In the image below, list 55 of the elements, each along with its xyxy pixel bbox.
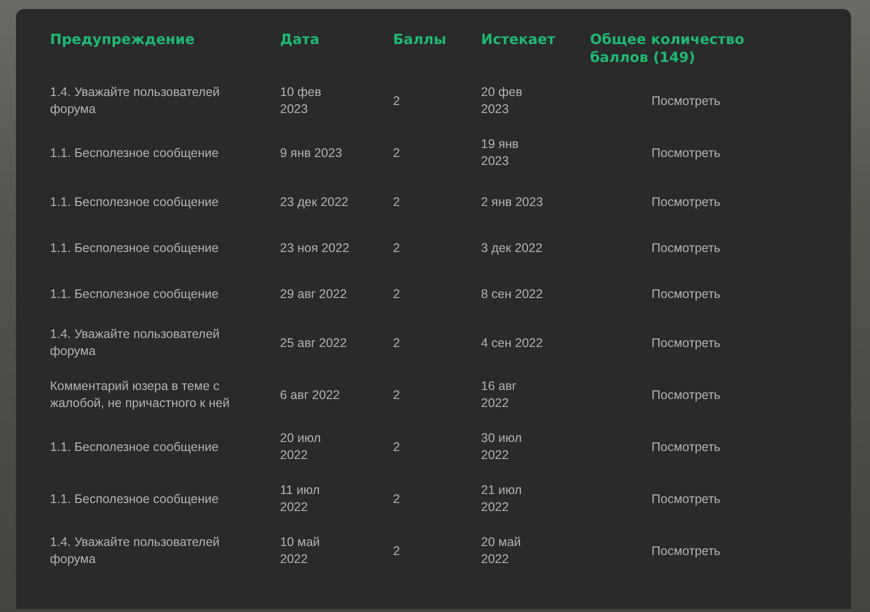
view-link[interactable]: Посмотреть	[652, 388, 720, 402]
expiry-date: 20 май 2022	[481, 535, 521, 566]
view-link[interactable]: Посмотреть	[652, 240, 720, 254]
column-header: Общее количество баллов (149)	[590, 32, 744, 66]
warning-date: 10 фев 2023	[280, 85, 322, 116]
warning-points: 2	[393, 492, 400, 506]
warning-points: 2	[393, 94, 400, 108]
expiry-date: 19 янв 2023	[481, 137, 519, 168]
warning-reason: 1.1. Бесполезное сообщение	[50, 146, 219, 160]
warning-date: 23 ноя 2022	[280, 240, 350, 254]
column-header: Баллы	[393, 32, 446, 48]
warning-reason: Комментарий юзера в теме с жалобой, не причастного к ней	[50, 379, 230, 410]
view-link[interactable]: Посмотреть	[652, 492, 720, 506]
warning-date: 10 май 2022	[280, 535, 320, 566]
expiry-date: 8 сен 2022	[481, 286, 543, 300]
warning-points: 2	[393, 336, 400, 350]
expiry-date: 16 авг 2022	[481, 379, 517, 410]
warning-date: 29 авг 2022	[280, 286, 347, 300]
warning-points: 2	[393, 240, 400, 254]
warning-points: 2	[393, 146, 400, 160]
warning-reason: 1.1. Бесполезное сообщение	[50, 194, 219, 208]
view-link[interactable]: Посмотреть	[652, 336, 720, 350]
view-link[interactable]: Посмотреть	[652, 544, 720, 558]
view-link[interactable]: Посмотреть	[652, 440, 720, 454]
expiry-date: 3 дек 2022	[481, 240, 542, 254]
warning-points: 2	[393, 388, 400, 402]
warning-reason: 1.4. Уважайте пользователей форума	[50, 327, 220, 358]
warning-date: 23 дек 2022	[280, 194, 348, 208]
expiry-date: 21 июл 2022	[481, 483, 522, 514]
warning-reason: 1.4. Уважайте пользователей форума	[50, 535, 220, 566]
warning-reason: 1.1. Бесполезное сообщение	[50, 286, 219, 300]
warning-date: 20 июл 2022	[280, 431, 321, 462]
warning-date: 11 июл 2022	[280, 483, 320, 514]
expiry-date: 2 янв 2023	[481, 194, 544, 208]
column-header: Предупреждение	[50, 32, 195, 48]
expiry-date: 30 июл 2022	[481, 431, 522, 462]
warning-points: 2	[393, 194, 400, 208]
expiry-date: 4 сен 2022	[481, 336, 543, 350]
view-link[interactable]: Посмотреть	[652, 94, 720, 108]
warning-date: 6 авг 2022	[280, 388, 340, 402]
warning-date: 25 авг 2022	[280, 336, 347, 350]
warning-reason: 1.4. Уважайте пользователей форума	[50, 85, 220, 116]
view-link[interactable]: Посмотреть	[652, 194, 720, 208]
warning-reason: 1.1. Бесполезное сообщение	[50, 240, 219, 254]
column-header: Дата	[280, 32, 320, 48]
warning-date: 9 янв 2023	[280, 146, 342, 160]
warning-points: 2	[393, 286, 400, 300]
expiry-date: 20 фев 2023	[481, 85, 522, 116]
warning-points: 2	[393, 544, 400, 558]
warning-reason: 1.1. Бесполезное сообщение	[50, 440, 219, 454]
column-header: Истекает	[481, 32, 556, 48]
warning-points: 2	[393, 440, 400, 454]
view-link[interactable]: Посмотреть	[652, 286, 720, 300]
warning-reason: 1.1. Бесполезное сообщение	[50, 492, 219, 506]
view-link[interactable]: Посмотреть	[652, 146, 720, 160]
